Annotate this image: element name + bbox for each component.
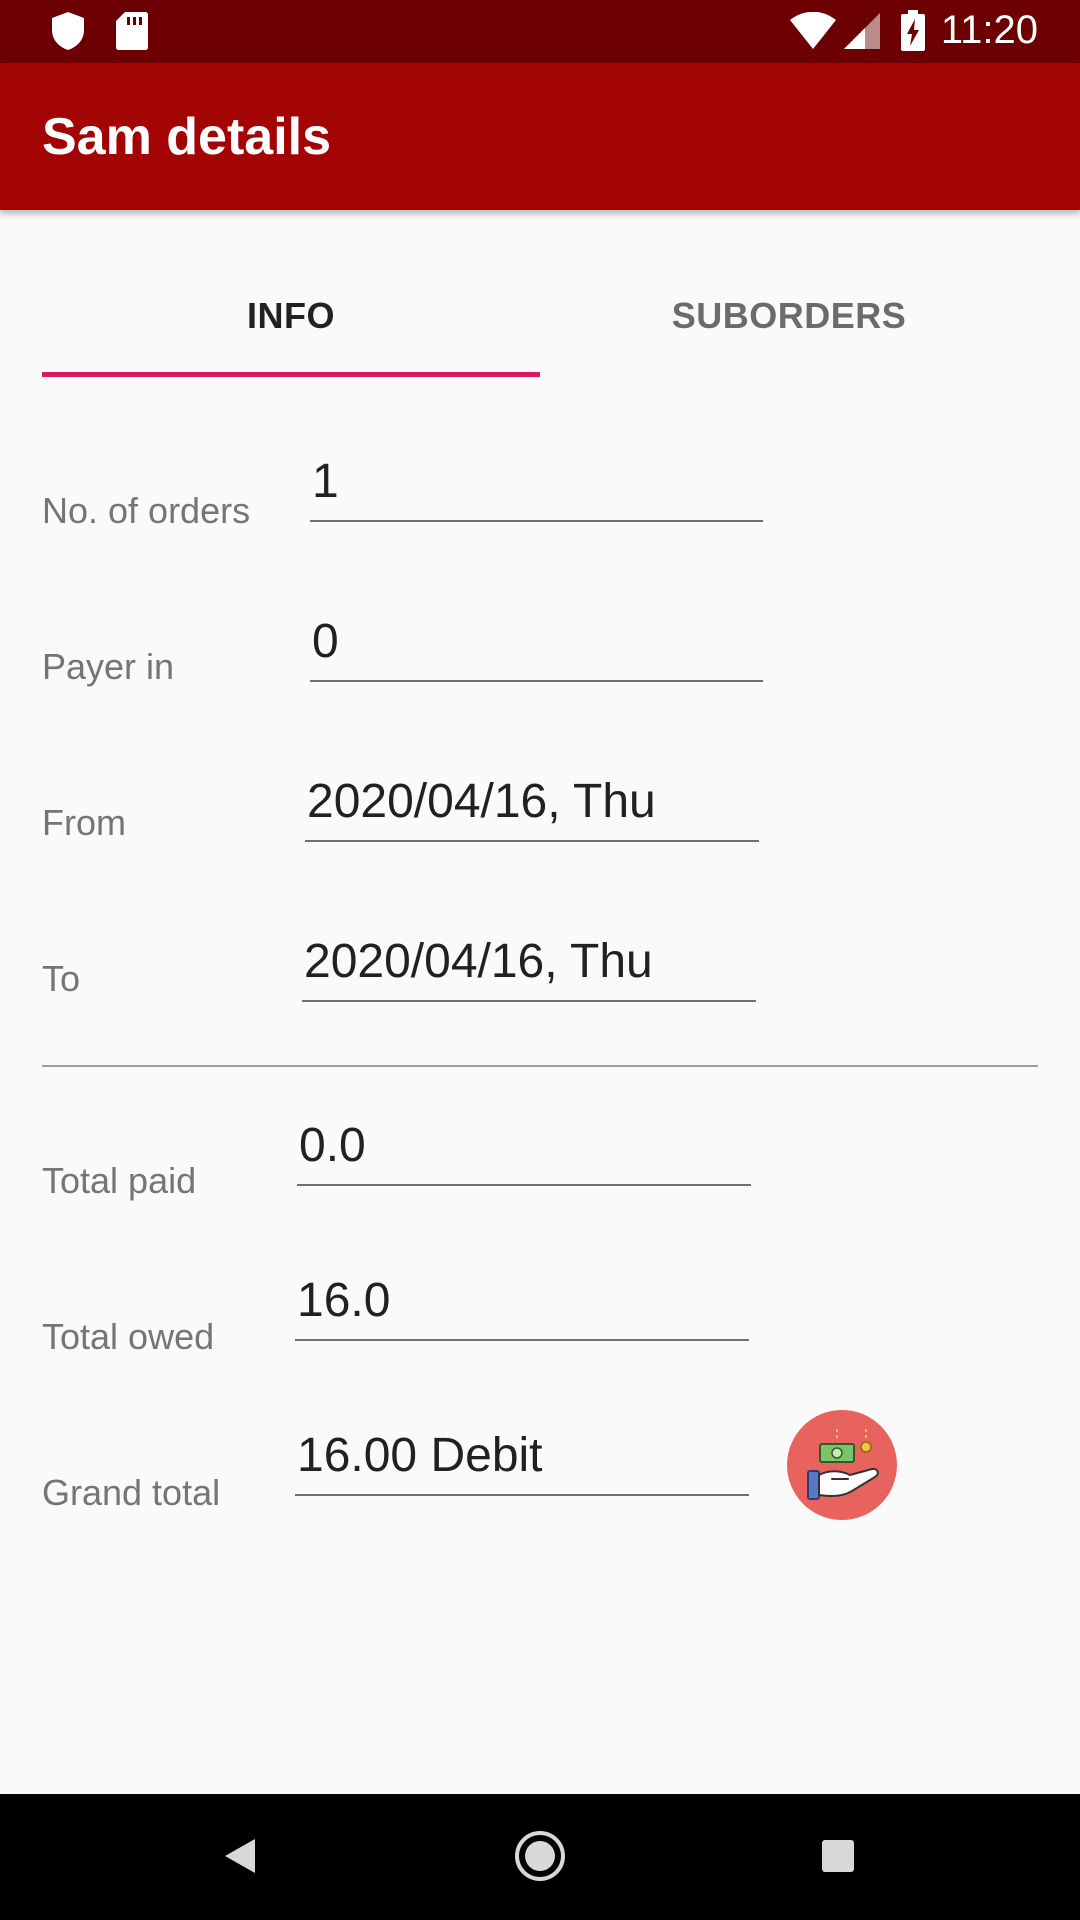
grand-total-field[interactable]: 16.00 Debit [295, 1426, 749, 1496]
to-date-field[interactable]: 2020/04/16, Thu [302, 932, 756, 1002]
payment-button[interactable] [786, 1409, 898, 1521]
orders-field[interactable]: 1 [310, 452, 763, 522]
wifi-icon [790, 11, 836, 55]
to-label: To [42, 958, 81, 999]
status-time: 11:20 [940, 8, 1038, 52]
payer-in-field[interactable]: 0 [310, 612, 763, 682]
signal-icon [843, 12, 881, 55]
total-paid-label: Total paid [42, 1160, 197, 1201]
total-owed-field[interactable]: 16.0 [295, 1271, 749, 1341]
recents-icon[interactable] [820, 1838, 856, 1879]
home-icon[interactable] [513, 1829, 567, 1888]
cash-hand-icon [787, 1410, 897, 1520]
section-divider [42, 1065, 1038, 1067]
status-bar: 11:20 [0, 0, 1080, 63]
back-icon[interactable] [222, 1836, 258, 1881]
sd-card-icon [115, 11, 149, 56]
shield-icon [50, 11, 86, 56]
battery-charging-icon [900, 10, 926, 57]
tab-indicator [42, 372, 540, 377]
from-label: From [42, 802, 126, 843]
total-paid-field[interactable]: 0.0 [297, 1116, 751, 1186]
app-bar: Sam details [0, 63, 1080, 210]
tab-info[interactable]: INFO [42, 295, 540, 337]
payer-in-label: Payer in [42, 646, 175, 687]
total-owed-label: Total owed [42, 1316, 215, 1357]
navigation-bar [0, 1794, 1080, 1920]
from-date-field[interactable]: 2020/04/16, Thu [305, 772, 759, 842]
page-title: Sam details [42, 108, 332, 166]
grand-total-label: Grand total [42, 1472, 221, 1513]
tab-suborders[interactable]: SUBORDERS [540, 295, 1038, 337]
orders-label: No. of orders [42, 490, 251, 531]
